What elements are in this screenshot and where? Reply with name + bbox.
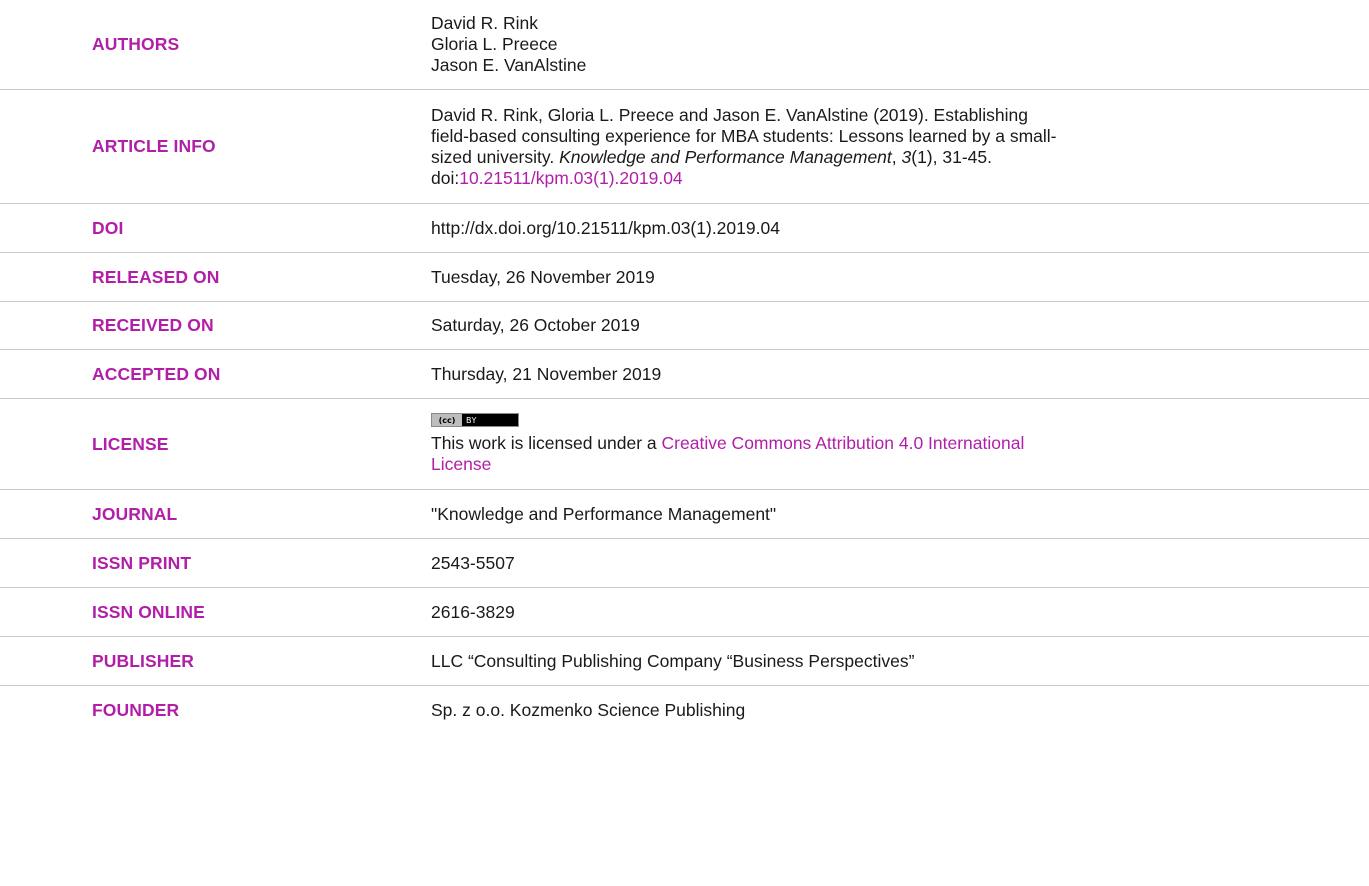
released-label: RELEASED ON bbox=[92, 266, 220, 287]
row-license: LICENSE (cc) BY This work is licensed un… bbox=[0, 399, 1369, 490]
row-article-info: ARTICLE INFO David R. Rink, Gloria L. Pr… bbox=[0, 90, 1369, 204]
row-released-on: RELEASED ON Tuesday, 26 November 2019 bbox=[0, 253, 1369, 302]
by-icon: BY bbox=[466, 415, 477, 425]
doi-label: DOI bbox=[92, 217, 124, 238]
received-date: Saturday, 26 October 2019 bbox=[431, 315, 640, 335]
publisher-name: LLC “Consulting Publishing Company “Busi… bbox=[431, 650, 915, 671]
journal-label: JOURNAL bbox=[92, 503, 178, 524]
released-value: Tuesday, 26 November 2019 bbox=[431, 253, 1369, 301]
doi-value: http://dx.doi.org/10.21511/kpm.03(1).201… bbox=[431, 204, 1369, 252]
license-link[interactable]: Creative Commons Attribution 4.0 Interna… bbox=[662, 433, 1025, 453]
issn-print-value: 2543-5507 bbox=[431, 539, 1369, 587]
citation-text: sized university. bbox=[431, 146, 560, 167]
accepted-value: Thursday, 21 November 2019 bbox=[431, 350, 1369, 398]
accepted-date: Thursday, 21 November 2019 bbox=[431, 363, 662, 384]
license-text-line: This work is licensed under a Creative C… bbox=[431, 433, 1361, 454]
article-metadata-table: AUTHORS David R. Rink Gloria L. Preece J… bbox=[0, 0, 1369, 734]
citation-volume: 3 bbox=[901, 146, 912, 167]
released-date: Tuesday, 26 November 2019 bbox=[431, 266, 655, 287]
row-journal: JOURNAL "Knowledge and Performance Manag… bbox=[0, 490, 1369, 539]
issn-print-label: ISSN PRINT bbox=[92, 552, 192, 573]
row-received-on: RECEIVED ON Saturday, 26 October 2019 bbox=[0, 302, 1369, 350]
license-text-line: License bbox=[431, 454, 1361, 475]
row-doi: DOI http://dx.doi.org/10.21511/kpm.03(1)… bbox=[0, 204, 1369, 253]
citation-journal: Knowledge and Performance Management bbox=[559, 146, 892, 167]
doi-link[interactable]: 10.21511/kpm.03(1).2019.04 bbox=[459, 168, 682, 188]
citation-line: sized university. Knowledge and Performa… bbox=[431, 147, 1361, 168]
row-accepted-on: ACCEPTED ON Thursday, 21 November 2019 bbox=[0, 350, 1369, 399]
author-name: Jason E. VanAlstine bbox=[431, 55, 587, 75]
founder-value: Sp. z o.o. Kozmenko Science Publishing bbox=[431, 686, 1369, 734]
row-issn-online: ISSN ONLINE 2616-3829 bbox=[0, 588, 1369, 637]
citation-text: , bbox=[891, 146, 902, 167]
citation-text: (1), 31-45. bbox=[911, 146, 992, 167]
license-link-continued[interactable]: License bbox=[431, 454, 491, 474]
cc-by-badge-icon[interactable]: (cc) BY bbox=[431, 413, 519, 427]
author-name: Gloria L. Preece bbox=[431, 34, 558, 54]
doi-url: http://dx.doi.org/10.21511/kpm.03(1).201… bbox=[431, 217, 780, 238]
citation-doi-line: doi:10.21511/kpm.03(1).2019.04 bbox=[431, 168, 1361, 189]
issn-online-label: ISSN ONLINE bbox=[92, 601, 205, 622]
authors-value: David R. Rink Gloria L. Preece Jason E. … bbox=[431, 0, 1369, 89]
row-issn-print: ISSN PRINT 2543-5507 bbox=[0, 539, 1369, 588]
row-authors: AUTHORS David R. Rink Gloria L. Preece J… bbox=[0, 0, 1369, 90]
authors-label: AUTHORS bbox=[92, 34, 180, 54]
article-info-label: ARTICLE INFO bbox=[92, 136, 216, 156]
doi-prefix: doi: bbox=[431, 167, 460, 188]
accepted-label: ACCEPTED ON bbox=[92, 363, 221, 384]
publisher-label: PUBLISHER bbox=[92, 650, 195, 671]
received-value: Saturday, 26 October 2019 bbox=[431, 302, 1369, 349]
article-info-value: David R. Rink, Gloria L. Preece and Jaso… bbox=[431, 90, 1369, 203]
publisher-value: LLC “Consulting Publishing Company “Busi… bbox=[431, 637, 1369, 685]
row-publisher: PUBLISHER LLC “Consulting Publishing Com… bbox=[0, 637, 1369, 686]
founder-label: FOUNDER bbox=[92, 699, 180, 720]
row-founder: FOUNDER Sp. z o.o. Kozmenko Science Publ… bbox=[0, 686, 1369, 734]
citation-line: David R. Rink, Gloria L. Preece and Jaso… bbox=[431, 104, 1028, 125]
issn-print-number: 2543-5507 bbox=[431, 552, 515, 573]
author-name: David R. Rink bbox=[431, 13, 538, 33]
journal-name: "Knowledge and Performance Management" bbox=[431, 503, 777, 524]
founder-name: Sp. z o.o. Kozmenko Science Publishing bbox=[431, 699, 746, 720]
license-text: This work is licensed under a bbox=[431, 433, 662, 453]
journal-value: "Knowledge and Performance Management" bbox=[431, 490, 1369, 538]
received-label: RECEIVED ON bbox=[92, 315, 214, 335]
license-value: (cc) BY This work is licensed under a Cr… bbox=[431, 399, 1369, 489]
citation-line: field-based consulting experience for MB… bbox=[431, 125, 1057, 146]
issn-online-value: 2616-3829 bbox=[431, 588, 1369, 636]
cc-icon: (cc) bbox=[432, 414, 462, 426]
issn-online-number: 2616-3829 bbox=[431, 601, 515, 622]
license-label: LICENSE bbox=[92, 433, 169, 454]
